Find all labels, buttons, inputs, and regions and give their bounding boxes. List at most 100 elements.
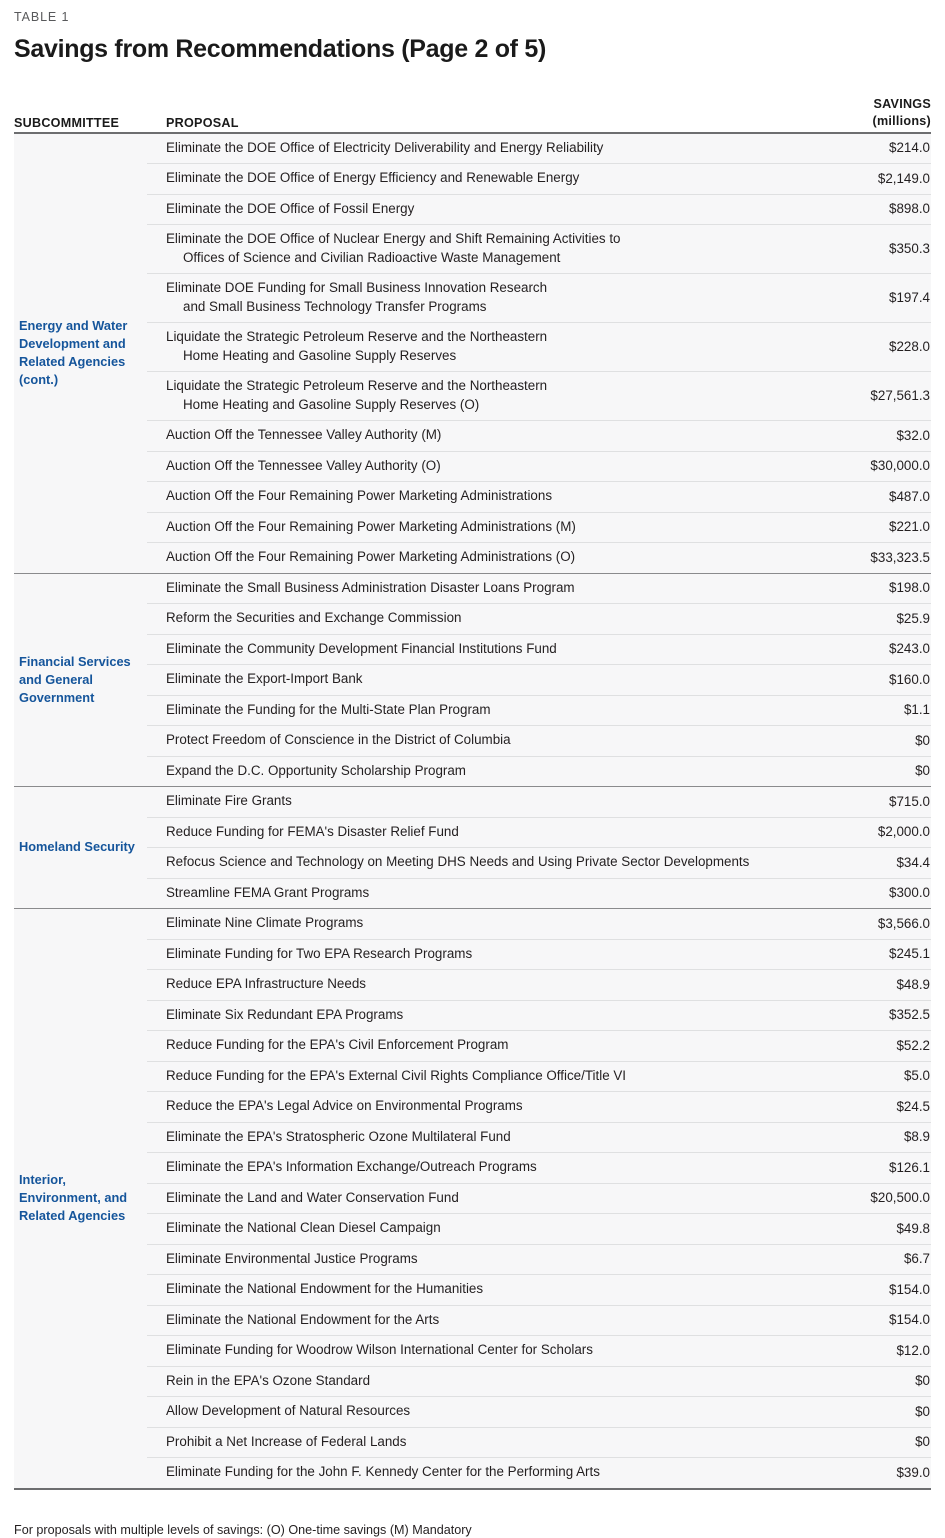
table-row: Eliminate the National Clean Diesel Camp… bbox=[147, 1214, 931, 1245]
proposal-text-line1: Eliminate the DOE Office of Nuclear Ener… bbox=[166, 231, 621, 246]
savings-cell: $154.0 bbox=[889, 1312, 930, 1328]
savings-cell: $0 bbox=[915, 1403, 930, 1419]
proposal-text-line1: Eliminate the EPA's Stratospheric Ozone … bbox=[166, 1128, 511, 1144]
table-row: Eliminate the Funding for the Multi-Stat… bbox=[147, 696, 931, 726]
proposal-cell: Reduce Funding for FEMA's Disaster Relie… bbox=[147, 818, 806, 848]
savings-cell: $6.7 bbox=[903, 1251, 930, 1267]
savings-cell: $34.4 bbox=[896, 854, 930, 870]
proposal-cell: Streamline FEMA Grant Programs bbox=[147, 879, 806, 909]
savings-cell: $33,323.5 bbox=[870, 549, 930, 565]
savings-cell: $48.9 bbox=[896, 976, 930, 992]
proposal-cell: Eliminate DOE Funding for Small Business… bbox=[147, 274, 806, 322]
proposal-cell: Auction Off the Four Remaining Power Mar… bbox=[147, 513, 806, 543]
proposal-text-line1: Eliminate the DOE Office of Energy Effic… bbox=[166, 170, 580, 185]
subcommittee-label: Financial Services and General Governmen… bbox=[19, 653, 131, 705]
proposal-cell: Auction Off the Four Remaining Power Mar… bbox=[147, 543, 806, 573]
table-row: Eliminate the DOE Office of Electricity … bbox=[147, 134, 931, 164]
proposal-cell: Reduce Funding for the EPA's Civil Enfor… bbox=[147, 1031, 806, 1061]
proposal-text-line2: Home Heating and Gasoline Supply Reserve… bbox=[183, 396, 480, 412]
savings-cell: $487.0 bbox=[889, 488, 930, 504]
proposal-cell: Reduce Funding for the EPA's External Ci… bbox=[147, 1062, 806, 1092]
table-row: Eliminate the EPA's Stratospheric Ozone … bbox=[147, 1123, 931, 1153]
proposal-cell: Liquidate the Strategic Petroleum Reserv… bbox=[147, 372, 806, 420]
proposal-text-line1: Protect Freedom of Conscience in the Dis… bbox=[166, 732, 511, 747]
table-row: Eliminate Six Redundant EPA Programs $352… bbox=[147, 1001, 931, 1031]
savings-cell: $0 bbox=[915, 1373, 930, 1389]
proposal-text-line1: Auction Off the Four Remaining Power Mar… bbox=[166, 488, 553, 503]
savings-cell: $198.0 bbox=[889, 580, 930, 596]
column-header-savings: SAVINGS (millions) bbox=[811, 96, 931, 132]
document-page: TABLE 1 Savings from Recommendations (Pa… bbox=[0, 0, 945, 1537]
proposal-cell: Liquidate the Strategic Petroleum Reserv… bbox=[147, 323, 806, 371]
table-row: Reform the Securities and Exchange Commi… bbox=[147, 604, 931, 635]
proposal-cell: Eliminate the Funding for the Multi-Stat… bbox=[147, 696, 806, 726]
table-row: Rein in the EPA's Ozone Standard $0 bbox=[147, 1367, 931, 1397]
proposal-text-line1: Eliminate DOE Funding for Small Business… bbox=[166, 280, 548, 295]
proposal-cell: Eliminate Fire Grants bbox=[147, 787, 806, 817]
table-row: Eliminate the DOE Office of Energy Effic… bbox=[147, 164, 931, 195]
savings-cell: $0 bbox=[915, 1434, 930, 1450]
proposal-text-line1: Reduce Funding for FEMA's Disaster Relie… bbox=[166, 823, 459, 839]
savings-cell: $160.0 bbox=[889, 671, 930, 687]
table-row: Eliminate DOE Funding for Small Business… bbox=[147, 274, 931, 323]
proposal-cell: Prohibit a Net Increase of Federal Lands bbox=[147, 1428, 806, 1458]
proposal-cell: Reduce the EPA's Legal Advice on Environ… bbox=[147, 1092, 806, 1122]
proposal-text-line1: Eliminate Funding for Two EPA Research P… bbox=[166, 945, 473, 961]
section-rows: Eliminate Fire Grants $715.0 Reduce Fundin… bbox=[147, 787, 931, 908]
table-row: Eliminate Fire Grants $715.0 bbox=[147, 787, 931, 818]
savings-cell: $154.0 bbox=[889, 1281, 930, 1297]
proposal-text-line1: Auction Off the Tennessee Valley Authori… bbox=[166, 427, 442, 442]
table-row: Reduce Funding for FEMA's Disaster Relie… bbox=[147, 818, 931, 848]
proposal-cell: Eliminate the Community Development Fina… bbox=[147, 635, 806, 665]
table-row: Eliminate the EPA's Information Exchange… bbox=[147, 1153, 931, 1184]
savings-cell: $32.0 bbox=[896, 427, 930, 443]
proposal-cell: Auction Off the Tennessee Valley Authori… bbox=[147, 421, 806, 451]
column-header-proposal: PROPOSAL bbox=[166, 115, 239, 130]
proposal-cell: Eliminate Environmental Justice Programs bbox=[147, 1245, 806, 1275]
table-section: Homeland Security Eliminate Fire Grants $7… bbox=[14, 787, 931, 909]
table-row: Prohibit a Net Increase of Federal Lands… bbox=[147, 1428, 931, 1458]
subcommittee-cell: Homeland Security bbox=[14, 787, 147, 908]
proposal-text-line1: Reduce Funding for the EPA's External Ci… bbox=[166, 1067, 627, 1083]
subcommittee-cell: Energy and Water Development and Related… bbox=[14, 134, 147, 573]
table-row: Protect Freedom of Conscience in the Dis… bbox=[147, 726, 931, 757]
table-row: Eliminate the Community Development Fina… bbox=[147, 635, 931, 665]
proposal-text-line1: Reform the Securities and Exchange Commi… bbox=[166, 610, 462, 625]
subcommittee-cell: Financial Services and General Governmen… bbox=[14, 574, 147, 787]
savings-cell: $3,566.0 bbox=[877, 915, 930, 931]
table-row: Auction Off the Tennessee Valley Authori… bbox=[147, 421, 931, 452]
proposal-text-line1: Reduce Funding for the EPA's Civil Enfor… bbox=[166, 1037, 509, 1052]
savings-cell: $24.5 bbox=[896, 1098, 930, 1114]
subcommittee-label: Homeland Security bbox=[19, 839, 135, 855]
section-rows: Eliminate the Small Business Administrat… bbox=[147, 574, 931, 787]
table-row: Eliminate the Export-Import Bank $160.0 bbox=[147, 665, 931, 696]
proposal-text-line1: Eliminate the Land and Water Conservatio… bbox=[166, 1189, 459, 1205]
proposal-text-line2: Offices of Science and Civilian Radioact… bbox=[183, 249, 561, 265]
proposal-cell: Rein in the EPA's Ozone Standard bbox=[147, 1367, 806, 1397]
section-rows: Eliminate the DOE Office of Electricity … bbox=[147, 134, 931, 573]
proposal-text-line1: Eliminate Funding for Woodrow Wilson Int… bbox=[166, 1342, 593, 1357]
proposal-text-line1: Eliminate the Export-Import Bank bbox=[166, 671, 363, 686]
proposal-text-line1: Refocus Science and Technology on Meetin… bbox=[166, 854, 750, 869]
proposal-text-line1: Expand the D.C. Opportunity Scholarship … bbox=[166, 762, 466, 778]
proposal-text-line1: Eliminate Six Redundant EPA Programs bbox=[166, 1006, 404, 1022]
table-row: Streamline FEMA Grant Programs $300.0 bbox=[147, 879, 931, 909]
table-row: Refocus Science and Technology on Meetin… bbox=[147, 848, 931, 879]
proposal-text-line1: Eliminate the Community Development Fina… bbox=[166, 640, 557, 656]
proposal-cell: Eliminate the EPA's Stratospheric Ozone … bbox=[147, 1123, 806, 1153]
savings-cell: $221.0 bbox=[889, 519, 930, 535]
subcommittee-cell: Interior, Environment, and Related Agenc… bbox=[14, 909, 147, 1488]
proposal-cell: Reduce EPA Infrastructure Needs bbox=[147, 970, 806, 1000]
proposal-cell: Auction Off the Tennessee Valley Authori… bbox=[147, 452, 806, 482]
column-header-savings-line2: (millions) bbox=[872, 113, 931, 128]
proposal-text-line2: and Small Business Technology Transfer P… bbox=[183, 298, 487, 314]
proposal-text-line1: Auction Off the Four Remaining Power Mar… bbox=[166, 518, 576, 534]
proposal-cell: Eliminate the EPA's Information Exchange… bbox=[147, 1153, 806, 1183]
proposal-text-line1: Reduce EPA Infrastructure Needs bbox=[166, 976, 366, 991]
table-row: Reduce EPA Infrastructure Needs $48.9 bbox=[147, 970, 931, 1001]
proposal-text-line1: Eliminate Fire Grants bbox=[166, 793, 292, 808]
proposal-text-line1: Eliminate the National Endowment for the… bbox=[166, 1281, 484, 1296]
table-row: Liquidate the Strategic Petroleum Reserv… bbox=[147, 372, 931, 421]
proposal-cell: Eliminate Six Redundant EPA Programs bbox=[147, 1001, 806, 1031]
savings-cell: $2,000.0 bbox=[877, 824, 930, 840]
